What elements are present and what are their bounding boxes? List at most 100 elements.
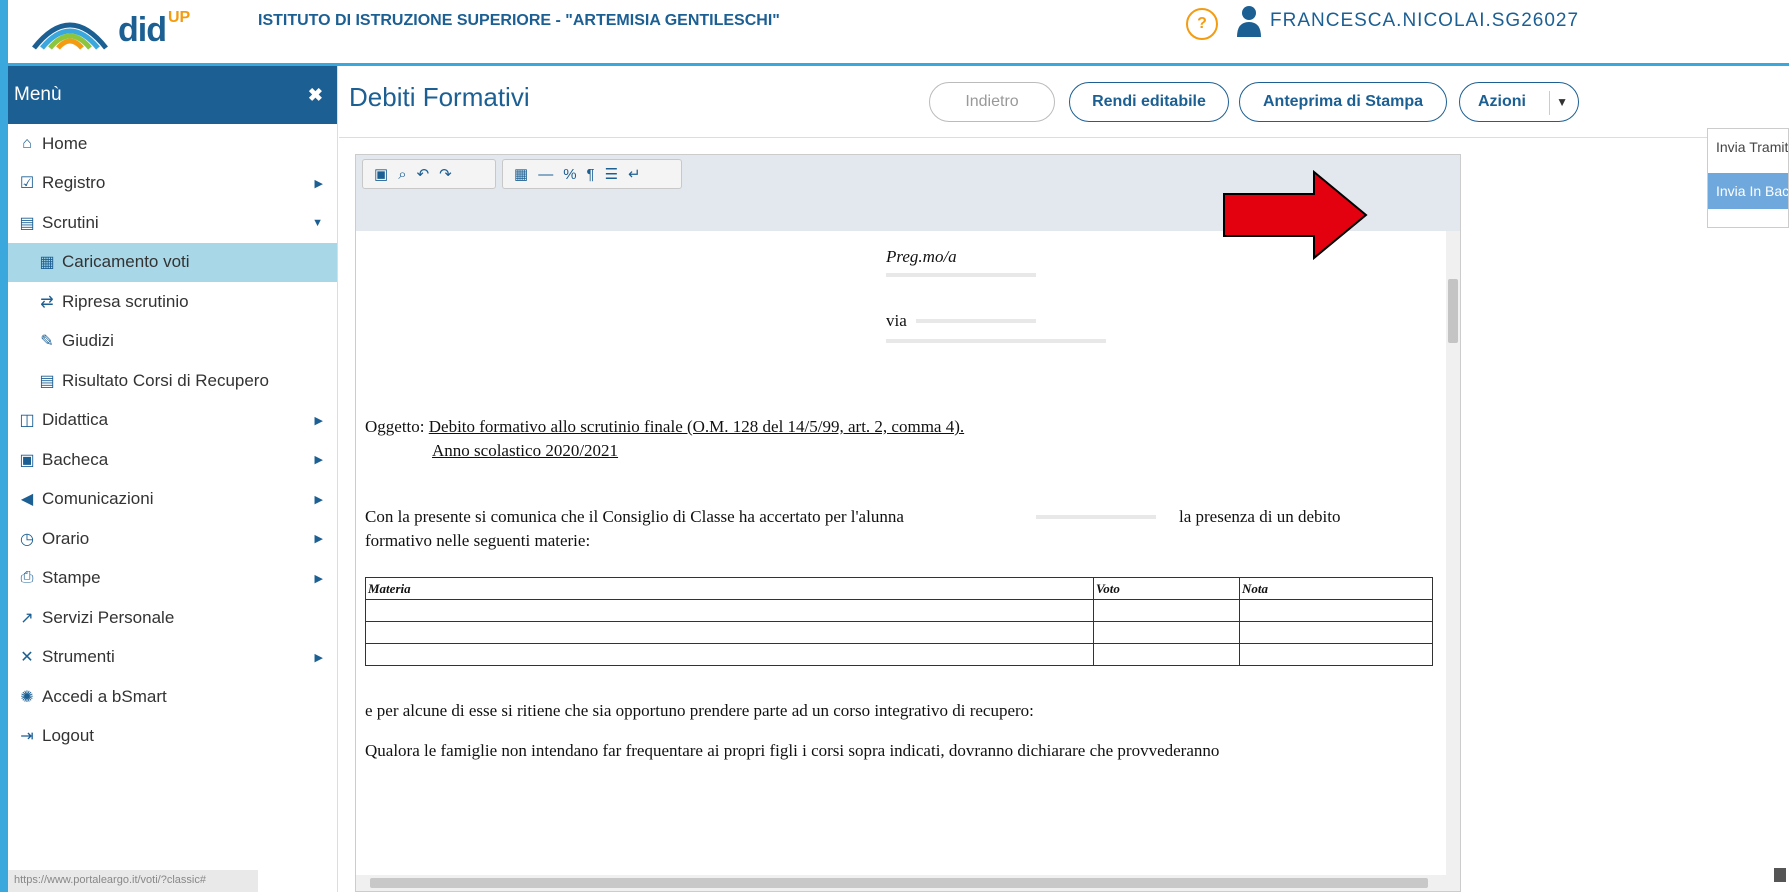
app-window: did UP ISTITUTO DI ISTRUZIONE SUPERIORE … xyxy=(8,0,1789,892)
menu-title: Menù xyxy=(14,84,62,105)
back-button[interactable]: Indietro xyxy=(929,82,1055,122)
logo-word: did xyxy=(118,10,167,49)
sidebar-item-stampe[interactable]: ⎙ Stampe ▶ xyxy=(8,559,337,599)
sidebar-item-ripresa-scrutinio[interactable]: ⇄ Ripresa scrutinio xyxy=(8,282,337,322)
user-name[interactable]: FRANCESCA.NICOLAI.SG26027 xyxy=(1270,10,1579,32)
calendar-check-icon: ☑ xyxy=(19,175,35,193)
table-header-row: Materia Voto Nota xyxy=(365,577,1433,600)
sidebar-item-strumenti[interactable]: ✕ Strumenti ▶ xyxy=(8,638,337,678)
redacted-address xyxy=(916,319,1036,323)
sidebar-item-registro[interactable]: ☑ Registro ▶ xyxy=(8,164,337,204)
chevron-right-icon: ▶ xyxy=(314,414,323,427)
actions-label: Azioni xyxy=(1478,93,1526,110)
sidebar-item-label: Bacheca xyxy=(42,449,109,469)
status-url: https://www.portaleargo.it/voti/?classic… xyxy=(8,870,258,892)
special-char-icon[interactable]: % xyxy=(563,166,576,183)
table-row xyxy=(365,643,1433,666)
sidebar-item-label: Caricamento voti xyxy=(62,252,190,272)
didup-logo: did UP xyxy=(30,4,190,56)
printer-icon: ⎙ xyxy=(20,569,34,587)
sidebar-item-comunicazioni[interactable]: ◀ Comunicazioni ▶ xyxy=(8,480,337,520)
table-row xyxy=(365,621,1433,644)
close-icon[interactable]: ✖ xyxy=(308,85,323,106)
chevron-right-icon: ▶ xyxy=(314,533,323,546)
caret-down-icon: ▼ xyxy=(1556,95,1568,109)
column-header-nota: Nota xyxy=(1239,577,1433,600)
tools-icon: ✕ xyxy=(20,649,34,667)
table-cell xyxy=(1093,643,1240,666)
clock-icon: ◷ xyxy=(20,530,34,548)
print-preview-button[interactable]: Anteprima di Stampa xyxy=(1239,82,1447,122)
redacted-name xyxy=(886,273,1036,277)
sidebar-item-label: Strumenti xyxy=(42,647,115,667)
school-year: Anno scolastico 2020/2021 xyxy=(432,441,619,460)
chevron-down-icon: ▼ xyxy=(312,216,323,229)
sidebar-item-orario[interactable]: ◷ Orario ▶ xyxy=(8,519,337,559)
line-break-icon[interactable]: ↵ xyxy=(628,165,641,183)
sidebar-item-label: Comunicazioni xyxy=(42,489,154,509)
table-cell xyxy=(1239,643,1433,666)
paragraph-recovery: e per alcune di esse si ritiene che sia … xyxy=(365,701,1034,720)
subject-text: Debito formativo allo scrutinio finale (… xyxy=(428,417,965,436)
horizontal-scrollbar[interactable] xyxy=(356,875,1460,891)
body-line-1-end: la presenza di un debito xyxy=(1179,507,1341,526)
sidebar-item-label: Didattica xyxy=(42,410,109,430)
menu-item-send-email[interactable]: Invia Tramite Email xyxy=(1708,129,1788,165)
sidebar-item-bacheca[interactable]: ▣ Bacheca ▶ xyxy=(8,440,337,480)
main-content: Debiti Formativi Indietro Rendi editabil… xyxy=(339,66,1789,892)
user-icon[interactable] xyxy=(1236,4,1262,38)
address-via: via xyxy=(886,311,907,330)
table-cell xyxy=(1239,621,1433,644)
table-cell xyxy=(365,643,1094,666)
page-break-icon[interactable]: ☰ xyxy=(605,165,618,183)
vertical-scrollbar[interactable] xyxy=(1446,231,1460,877)
corner-mark xyxy=(1774,868,1786,882)
grid-icon: ▦ xyxy=(39,254,55,272)
subject-line: Oggetto: Debito formativo allo scrutinio… xyxy=(365,417,964,437)
editor-toolbar-1: ▣ ⌕ ↶ ↷ xyxy=(362,159,496,189)
redacted-city xyxy=(886,339,1106,343)
table-icon[interactable]: ▦ xyxy=(514,165,528,183)
share-icon: ↗ xyxy=(20,609,34,627)
document-body[interactable]: Preg.mo/a via Oggetto: Debito formativo … xyxy=(356,231,1446,877)
paragraph-icon[interactable]: ¶ xyxy=(587,166,595,183)
table-cell xyxy=(1093,621,1240,644)
actions-button[interactable]: Azioni ▼ xyxy=(1459,82,1579,122)
title-divider xyxy=(339,137,1789,138)
rainbow-logo-icon xyxy=(32,22,108,50)
sidebar-item-logout[interactable]: ⇥ Logout xyxy=(8,717,337,757)
save-icon[interactable]: ▣ xyxy=(374,165,388,183)
actions-dropdown: Invia Tramite Email Invia In Bacheca xyxy=(1707,128,1789,228)
sidebar: Menù ✖ ⌂ Home ☑ Registro ▶ ▤ Scrutini ▼ ▦ Cari… xyxy=(8,66,338,892)
sidebar-item-label: Logout xyxy=(42,726,94,746)
top-bar: did UP ISTITUTO DI ISTRUZIONE SUPERIORE … xyxy=(8,0,1789,66)
logout-icon: ⇥ xyxy=(20,728,34,746)
chevron-right-icon: ▶ xyxy=(314,651,323,664)
sidebar-item-label: Giudizi xyxy=(62,331,114,351)
sidebar-item-bsmart[interactable]: ✺ Accedi a bSmart xyxy=(8,677,337,717)
logo-up: UP xyxy=(167,9,191,26)
sidebar-item-scrutini[interactable]: ▤ Scrutini ▼ xyxy=(8,203,337,243)
sidebar-item-giudizi[interactable]: ✎ Giudizi xyxy=(8,322,337,362)
find-icon[interactable]: ⌕ xyxy=(398,166,406,183)
sidebar-item-label: Accedi a bSmart xyxy=(42,686,167,706)
sidebar-item-label: Home xyxy=(42,133,88,153)
sidebar-item-risultato-corsi[interactable]: ▤ Risultato Corsi di Recupero xyxy=(8,361,337,401)
undo-icon[interactable]: ↶ xyxy=(417,165,430,183)
chevron-right-icon: ▶ xyxy=(314,454,323,467)
sidebar-item-label: Orario xyxy=(42,528,90,548)
refresh-icon: ⇄ xyxy=(40,293,54,311)
horizontal-rule-icon[interactable]: — xyxy=(538,166,553,183)
annotation-arrow xyxy=(1223,170,1368,260)
sidebar-item-home[interactable]: ⌂ Home xyxy=(8,124,337,164)
redo-icon[interactable]: ↷ xyxy=(439,165,452,183)
menu-item-send-bacheca[interactable]: Invia In Bacheca xyxy=(1708,173,1788,209)
horizontal-scroll-thumb[interactable] xyxy=(370,878,1428,888)
vertical-scroll-thumb[interactable] xyxy=(1448,279,1458,343)
sidebar-item-servizi-personale[interactable]: ↗ Servizi Personale xyxy=(8,598,337,638)
redacted-student xyxy=(1036,515,1156,519)
help-icon[interactable]: ? xyxy=(1186,8,1218,40)
editable-button[interactable]: Rendi editabile xyxy=(1069,82,1229,122)
sidebar-item-didattica[interactable]: ◫ Didattica ▶ xyxy=(8,401,337,441)
sidebar-item-caricamento-voti[interactable]: ▦ Caricamento voti xyxy=(8,242,337,282)
